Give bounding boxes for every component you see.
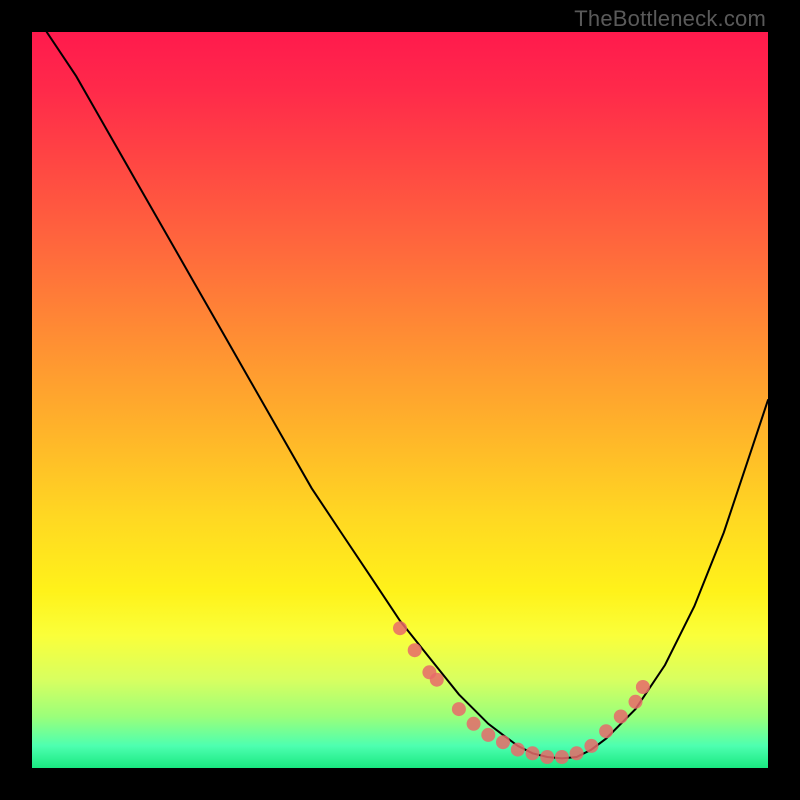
curve-marker [555,750,569,764]
curve-marker [467,717,481,731]
curve-marker [511,743,525,757]
chart-frame: TheBottleneck.com [0,0,800,800]
curve-marker [540,750,554,764]
curve-marker [452,702,466,716]
curve-marker [481,728,495,742]
curve-marker [599,724,613,738]
curve-marker [629,695,643,709]
curve-marker [526,746,540,760]
curve-marker [570,746,584,760]
plot-area [32,32,768,768]
chart-svg [32,32,768,768]
curve-marker [636,680,650,694]
curve-marker [430,673,444,687]
curve-marker [584,739,598,753]
curve-marker [496,735,510,749]
attribution-text: TheBottleneck.com [574,6,766,32]
curve-markers [393,621,650,764]
curve-marker [408,643,422,657]
curve-marker [393,621,407,635]
curve-marker [614,710,628,724]
bottleneck-curve [47,32,768,758]
